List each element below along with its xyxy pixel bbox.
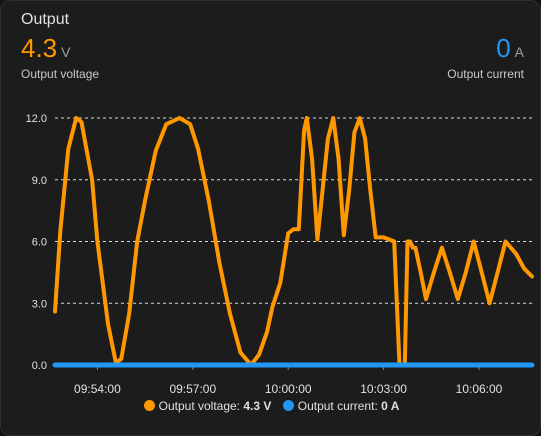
- legend-current-label: Output current:: [297, 399, 378, 413]
- y-tick-label: 6.0: [32, 237, 47, 249]
- chart-series: [52, 116, 535, 368]
- x-tick-label: 10:03:00: [360, 382, 407, 396]
- x-tick-label: 10:06:00: [456, 382, 503, 396]
- legend-current-dot: [282, 400, 294, 411]
- chart-legend: Output voltage: 4.3 V Output current: 0 …: [1, 399, 540, 413]
- output-card: Output 4.3 V Output voltage 0A Output cur…: [0, 0, 541, 436]
- y-tick-label: 0.0: [32, 360, 47, 372]
- legend-voltage-value: 4.3 V: [243, 399, 272, 413]
- x-axis-ticks: 09:54:00 09:57:00 10:00:00 10:03:00 10:06:00: [74, 365, 503, 396]
- voltage-series-line: [53, 116, 534, 367]
- y-tick-label: 9.0: [32, 175, 47, 187]
- x-tick-label: 09:54:00: [74, 382, 121, 396]
- voltage-current-chart[interactable]: 0.0 3.0 6.0 9.0 12.0 09:54:00 09:57:00 10:00:0…: [1, 1, 541, 436]
- legend-voltage-label: Output voltage:: [158, 399, 241, 413]
- y-tick-label: 12.0: [26, 113, 47, 125]
- legend-item-voltage[interactable]: Output voltage: 4.3 V: [143, 399, 272, 413]
- x-tick-label: 09:57:00: [169, 382, 216, 396]
- legend-current-value: 0 A: [381, 399, 400, 413]
- legend-voltage-dot: [143, 400, 155, 411]
- x-tick-label: 10:00:00: [265, 382, 312, 396]
- y-axis-ticks: 0.0 3.0 6.0 9.0 12.0: [26, 113, 47, 372]
- y-tick-label: 3.0: [32, 298, 47, 310]
- legend-item-current[interactable]: Output current: 0 A: [282, 399, 400, 413]
